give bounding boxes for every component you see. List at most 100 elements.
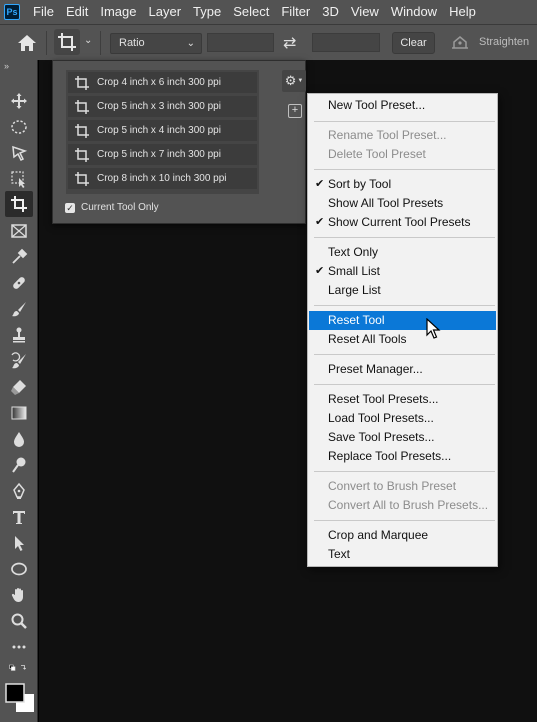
dodge-tool-icon[interactable] bbox=[7, 454, 31, 476]
menu-item-convert-to-brush-preset[interactable]: Convert to Brush Preset bbox=[309, 477, 496, 496]
ratio-select[interactable]: Ratio ⌄ bbox=[110, 33, 202, 54]
menu-item-large-list[interactable]: Large List bbox=[309, 281, 496, 300]
menu-item-sort-by-tool[interactable]: ✔ Sort by Tool bbox=[309, 175, 496, 194]
preset-item[interactable]: Crop 5 inch x 4 inch 300 ppi bbox=[68, 120, 257, 141]
home-icon[interactable] bbox=[16, 33, 38, 53]
blur-tool-icon[interactable] bbox=[7, 428, 31, 450]
healing-brush-tool-icon[interactable] bbox=[7, 272, 31, 294]
menu-select[interactable]: Select bbox=[227, 0, 275, 24]
preset-item[interactable]: Crop 8 inch x 10 inch 300 ppi bbox=[68, 168, 257, 189]
gradient-tool-icon[interactable] bbox=[7, 402, 31, 424]
menu-item-convert-all-to-brush-presets[interactable]: Convert All to Brush Presets... bbox=[309, 496, 496, 515]
clear-button[interactable]: Clear bbox=[392, 32, 435, 54]
current-tool-only-label: Current Tool Only bbox=[81, 202, 159, 213]
menu-file[interactable]: File bbox=[27, 0, 60, 24]
default-colors-icon[interactable] bbox=[3, 660, 33, 676]
tool-preset-panel: Crop 4 inch x 6 inch 300 ppi Crop 5 inch… bbox=[52, 60, 306, 224]
crop-icon bbox=[58, 33, 76, 51]
chevron-down-icon[interactable]: ⌄ bbox=[84, 35, 92, 46]
preset-item[interactable]: Crop 4 inch x 6 inch 300 ppi bbox=[68, 72, 257, 93]
preset-item[interactable]: Crop 5 inch x 3 inch 300 ppi bbox=[68, 96, 257, 117]
width-field[interactable] bbox=[207, 33, 274, 52]
preset-label: Crop 5 inch x 7 inch 300 ppi bbox=[97, 149, 221, 160]
pen-tool-icon[interactable] bbox=[7, 480, 31, 502]
menu-separator bbox=[314, 237, 495, 238]
eraser-tool-icon[interactable] bbox=[7, 376, 31, 398]
preset-label: Crop 8 inch x 10 inch 300 ppi bbox=[97, 173, 227, 184]
menu-item-delete-tool-preset[interactable]: Delete Tool Preset bbox=[309, 145, 496, 164]
menu-item-reset-tool[interactable]: Reset Tool bbox=[309, 311, 496, 330]
more-tools-icon[interactable] bbox=[7, 636, 31, 658]
crop-tool-icon[interactable] bbox=[5, 191, 33, 217]
menu-3d[interactable]: 3D bbox=[316, 0, 345, 24]
move-tool-icon[interactable] bbox=[7, 90, 31, 112]
checkmark-icon: ✔ bbox=[315, 178, 325, 190]
panel-context-menu: New Tool Preset... Rename Tool Preset...… bbox=[307, 93, 498, 567]
panel-menu-button[interactable]: ⚙ ▼ bbox=[282, 70, 306, 92]
menu-type[interactable]: Type bbox=[187, 0, 227, 24]
gear-icon: ⚙ bbox=[284, 73, 297, 88]
collapse-panel-icon[interactable]: » bbox=[4, 61, 9, 71]
current-tool-only-checkbox[interactable]: ✓ Current Tool Only bbox=[65, 202, 159, 213]
object-select-tool-icon[interactable] bbox=[7, 168, 31, 190]
menu-view[interactable]: View bbox=[345, 0, 385, 24]
clone-stamp-tool-icon[interactable] bbox=[7, 324, 31, 346]
menu-window[interactable]: Window bbox=[385, 0, 443, 24]
preset-label: Crop 5 inch x 4 inch 300 ppi bbox=[97, 125, 221, 136]
menu-separator bbox=[314, 305, 495, 306]
chevron-down-icon: ⌄ bbox=[186, 38, 195, 49]
preset-list: Crop 4 inch x 6 inch 300 ppi Crop 5 inch… bbox=[66, 70, 259, 194]
menu-item-crop-and-marquee[interactable]: Crop and Marquee bbox=[309, 526, 496, 545]
swap-icon[interactable]: ⇄ bbox=[283, 33, 296, 53]
lasso-tool-icon[interactable] bbox=[7, 142, 31, 164]
ratio-select-value: Ratio bbox=[119, 37, 145, 49]
marquee-tool-icon[interactable] bbox=[7, 116, 31, 138]
options-divider bbox=[46, 31, 47, 55]
preset-item[interactable]: Crop 5 inch x 7 inch 300 ppi bbox=[68, 144, 257, 165]
type-tool-icon[interactable] bbox=[7, 506, 31, 528]
menu-item-preset-manager[interactable]: Preset Manager... bbox=[309, 360, 496, 379]
menu-separator bbox=[314, 354, 495, 355]
menu-item-text[interactable]: Text bbox=[309, 545, 496, 564]
menu-item-new-tool-preset[interactable]: New Tool Preset... bbox=[309, 96, 496, 115]
menu-item-reset-all-tools[interactable]: Reset All Tools bbox=[309, 330, 496, 349]
eyedropper-tool-icon[interactable] bbox=[7, 246, 31, 268]
menu-image[interactable]: Image bbox=[94, 0, 142, 24]
menu-layer[interactable]: Layer bbox=[143, 0, 188, 24]
menu-separator bbox=[314, 471, 495, 472]
frame-tool-icon[interactable] bbox=[7, 220, 31, 242]
menu-item-show-all-tool-presets[interactable]: Show All Tool Presets bbox=[309, 194, 496, 213]
straighten-label[interactable]: Straighten bbox=[479, 36, 529, 48]
menu-help[interactable]: Help bbox=[443, 0, 482, 24]
menu-item-text-only[interactable]: Text Only bbox=[309, 243, 496, 262]
ellipse-tool-icon[interactable] bbox=[7, 558, 31, 580]
menu-item-rename-tool-preset[interactable]: Rename Tool Preset... bbox=[309, 126, 496, 145]
straighten-icon[interactable] bbox=[450, 34, 470, 50]
tool-preset-picker-button[interactable] bbox=[54, 29, 80, 55]
menu-bar: Ps File Edit Image Layer Type Select Fil… bbox=[0, 0, 537, 24]
height-field[interactable] bbox=[312, 33, 380, 52]
menu-filter[interactable]: Filter bbox=[275, 0, 316, 24]
checkmark-icon: ✔ bbox=[315, 265, 325, 277]
new-preset-button[interactable]: + bbox=[288, 104, 302, 118]
menu-item-load-tool-presets[interactable]: Load Tool Presets... bbox=[309, 409, 496, 428]
photoshop-logo[interactable]: Ps bbox=[4, 4, 20, 20]
crop-icon bbox=[75, 171, 89, 186]
menu-item-show-current-tool-presets[interactable]: ✔ Show Current Tool Presets bbox=[309, 213, 496, 232]
hand-tool-icon[interactable] bbox=[7, 584, 31, 606]
zoom-tool-icon[interactable] bbox=[7, 610, 31, 632]
menu-edit[interactable]: Edit bbox=[60, 0, 94, 24]
preset-label: Crop 5 inch x 3 inch 300 ppi bbox=[97, 101, 221, 112]
color-swatches[interactable] bbox=[5, 683, 35, 713]
menu-item-replace-tool-presets[interactable]: Replace Tool Presets... bbox=[309, 447, 496, 466]
chevron-down-icon: ▼ bbox=[297, 78, 304, 84]
history-brush-tool-icon[interactable] bbox=[7, 350, 31, 372]
brush-tool-icon[interactable] bbox=[7, 298, 31, 320]
menu-item-save-tool-presets[interactable]: Save Tool Presets... bbox=[309, 428, 496, 447]
menu-separator bbox=[314, 520, 495, 521]
path-select-tool-icon[interactable] bbox=[7, 532, 31, 554]
crop-icon bbox=[75, 75, 89, 90]
crop-icon bbox=[75, 99, 89, 114]
menu-item-small-list[interactable]: ✔ Small List bbox=[309, 262, 496, 281]
menu-item-reset-tool-presets[interactable]: Reset Tool Presets... bbox=[309, 390, 496, 409]
